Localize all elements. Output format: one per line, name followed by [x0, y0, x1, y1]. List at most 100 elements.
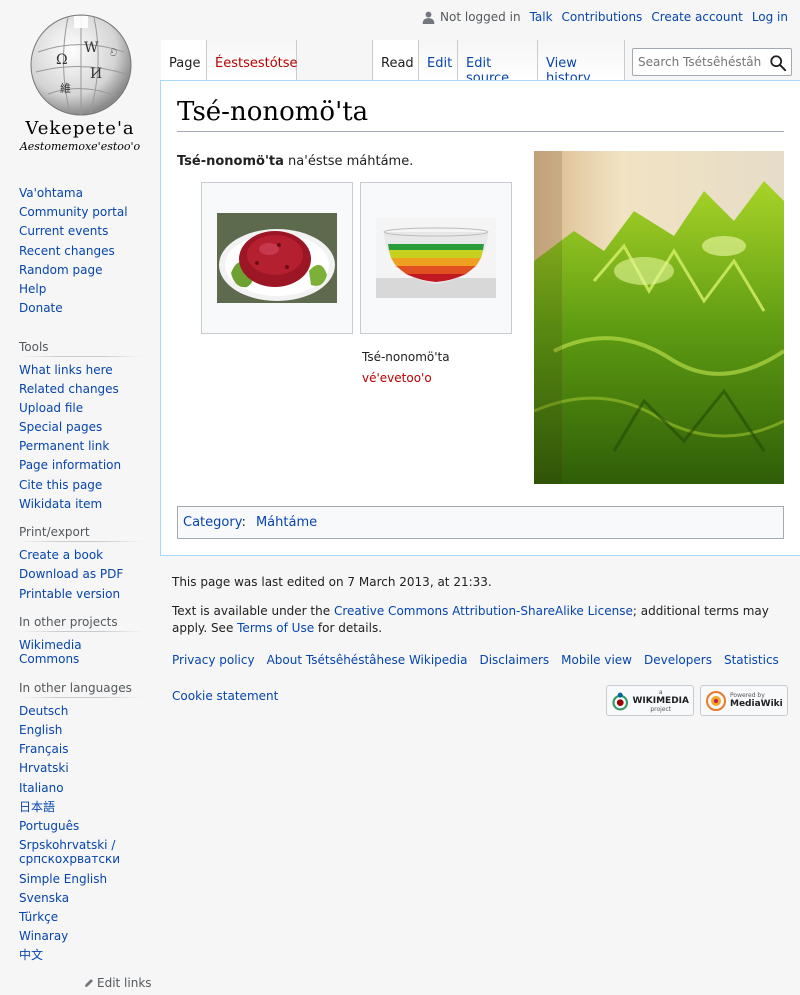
create-account-link[interactable]: Create account	[651, 10, 743, 24]
projects-heading: In other projects	[19, 614, 144, 632]
contributions-link[interactable]: Contributions	[562, 10, 643, 24]
sidebar-item-lang-francais[interactable]: Français	[19, 742, 68, 756]
caption-title: Tsé-nonomö'ta	[362, 350, 450, 364]
sidebar-item-lang-svenska[interactable]: Svenska	[19, 891, 69, 905]
footer-cookie-statement[interactable]: Cookie statement	[172, 689, 278, 703]
license-prefix: Text is available under the	[172, 604, 334, 618]
sidebar-item-related-changes[interactable]: Related changes	[19, 382, 119, 396]
sidebar-item-lang-japanese[interactable]: 日本語	[19, 800, 55, 814]
sidebar-print-export: Print/export Create a book Download as P…	[19, 525, 144, 601]
tab-edit[interactable]: Edit	[419, 40, 458, 80]
sidebar-item-lang-turkce[interactable]: Türkçe	[19, 910, 58, 924]
tab-page[interactable]: Page	[161, 40, 207, 80]
user-icon	[422, 11, 435, 24]
sidebar-item-lang-english[interactable]: English	[19, 723, 62, 737]
gallery-caption: Tsé-nonomö'ta vé'evetoo'o	[362, 347, 450, 389]
green-jello-image[interactable]	[534, 151, 784, 484]
tab-page-label: Page	[169, 56, 201, 71]
wikipedia-globe-icon: Ω W И 維 ව	[30, 14, 132, 116]
sidebar-item-current-events[interactable]: Current events	[19, 224, 108, 238]
wikimedia-project-badge[interactable]: a WIKIMEDIA project	[606, 685, 694, 716]
sidebar-item-random-page[interactable]: Random page	[19, 263, 102, 277]
footer-info: This page was last edited on 7 March 201…	[172, 574, 788, 637]
search-icon[interactable]	[769, 54, 787, 72]
sidebar-item-lang-serbocroatian[interactable]: Srpskohrvatski / српскохрватски	[19, 838, 120, 866]
lead-paragraph: Tsé-nonomö'ta na'éstse máhtáme.	[177, 154, 413, 169]
nav-list: Va'ohtama Community portal Current event…	[19, 186, 144, 316]
not-logged-in-label: Not logged in	[440, 10, 521, 24]
footer-developers[interactable]: Developers	[644, 653, 712, 667]
sidebar-item-recent-changes[interactable]: Recent changes	[19, 244, 115, 258]
gallery-thumb-2[interactable]	[360, 182, 512, 334]
sidebar-item-special-pages[interactable]: Special pages	[19, 420, 102, 434]
category-item-link[interactable]: Máhtáme	[256, 515, 317, 530]
sidebar-item-wikimedia-commons[interactable]: Wikimedia Commons	[19, 638, 82, 666]
sidebar-item-what-links-here[interactable]: What links here	[19, 363, 113, 377]
category-label-link[interactable]: Category	[183, 515, 241, 530]
main-content: Tsé-nonomö'ta Tsé-nonomö'ta na'éstse máh…	[160, 80, 800, 556]
sidebar-item-permanent-link[interactable]: Permanent link	[19, 439, 109, 453]
pencil-icon	[85, 979, 93, 987]
svg-text:ව: ව	[110, 48, 117, 59]
footer-statistics[interactable]: Statistics	[724, 653, 779, 667]
talk-link[interactable]: Talk	[530, 10, 553, 24]
wm-badge-big: WIKIMEDIA	[632, 695, 690, 706]
logo-wordmark: Vekepete'a	[25, 118, 135, 139]
sidebar-item-create-book[interactable]: Create a book	[19, 548, 103, 562]
sidebar-item-lang-hrvatski[interactable]: Hrvatski	[19, 761, 69, 775]
mw-badge-big: MediaWiki	[730, 699, 783, 709]
sidebar-navigation: Va'ohtama Community portal Current event…	[19, 186, 144, 316]
sidebar-item-community-portal[interactable]: Community portal	[19, 205, 128, 219]
svg-text:維: 維	[60, 82, 71, 95]
tab-view-history[interactable]: View history	[538, 40, 625, 86]
rainbow-jello-image	[376, 218, 496, 298]
license-link[interactable]: Creative Commons Attribution-ShareAlike …	[334, 604, 633, 618]
tab-edit-source[interactable]: Edit source	[458, 40, 538, 86]
gallery-thumb-1[interactable]	[201, 182, 353, 334]
wm-badge-project: project	[650, 705, 672, 713]
log-in-link[interactable]: Log in	[752, 10, 788, 24]
not-logged-in: Not logged in	[422, 10, 521, 24]
sidebar-item-lang-portugues[interactable]: Português	[19, 819, 79, 833]
jello-mold-image	[217, 213, 337, 303]
sidebar-item-lang-winaray[interactable]: Winaray	[19, 929, 68, 943]
sidebar-item-wikidata-item[interactable]: Wikidata item	[19, 497, 102, 511]
site-logo[interactable]: Ω W И 維 ව Vekepete'a Aestomemoxe'estoo'o	[0, 0, 160, 160]
sidebar-item-cite-this-page[interactable]: Cite this page	[19, 478, 102, 492]
sidebar-item-lang-deutsch[interactable]: Deutsch	[19, 704, 68, 718]
footer-disclaimers[interactable]: Disclaimers	[479, 653, 549, 667]
tools-heading: Tools	[19, 339, 144, 357]
page-title: Tsé-nonomö'ta	[177, 97, 784, 132]
wm-badge-small: a	[658, 688, 663, 696]
lead-bold-term: Tsé-nonomö'ta	[177, 154, 284, 169]
tab-talk-label: Éestsestótse	[215, 56, 298, 71]
sidebar-item-upload-file[interactable]: Upload file	[19, 401, 83, 415]
print-heading: Print/export	[19, 525, 144, 543]
powered-by-mediawiki-badge[interactable]: Powered by MediaWiki	[700, 685, 788, 716]
logo-tagline: Aestomemoxe'estoo'o	[19, 140, 141, 153]
sidebar: Va'ohtama Community portal Current event…	[19, 186, 144, 973]
sidebar-item-main-page[interactable]: Va'ohtama	[19, 186, 83, 200]
terms-link[interactable]: Terms of Use	[237, 621, 314, 635]
footer-about[interactable]: About Tsétsêhéstâhese Wikipedia	[267, 653, 468, 667]
tab-read[interactable]: Read	[372, 40, 419, 80]
search-box	[632, 48, 792, 76]
sidebar-item-printable-version[interactable]: Printable version	[19, 587, 120, 601]
sidebar-item-download-pdf[interactable]: Download as PDF	[19, 567, 123, 581]
footer-mobile-view[interactable]: Mobile view	[561, 653, 632, 667]
sidebar-item-lang-italiano[interactable]: Italiano	[19, 781, 64, 795]
edit-links[interactable]: Edit links	[84, 976, 152, 990]
sidebar-item-lang-simple-english[interactable]: Simple English	[19, 872, 107, 886]
caption-redlink[interactable]: vé'evetoo'o	[362, 371, 432, 385]
search-input[interactable]	[633, 49, 767, 75]
tab-talk[interactable]: Éestsestótse	[207, 40, 298, 80]
mw-badge-small: Powered by	[730, 692, 765, 699]
sidebar-item-lang-chinese[interactable]: 中文	[19, 948, 43, 962]
sidebar-item-help[interactable]: Help	[19, 282, 46, 296]
personal-tools: Not logged in Talk Contributions Create …	[422, 10, 788, 24]
category-links: Category: Máhtáme	[177, 506, 784, 539]
sidebar-tools: Tools What links here Related changes Up…	[19, 339, 144, 512]
sidebar-item-page-information[interactable]: Page information	[19, 458, 121, 472]
footer-privacy-policy[interactable]: Privacy policy	[172, 653, 255, 667]
sidebar-item-donate[interactable]: Donate	[19, 301, 63, 315]
